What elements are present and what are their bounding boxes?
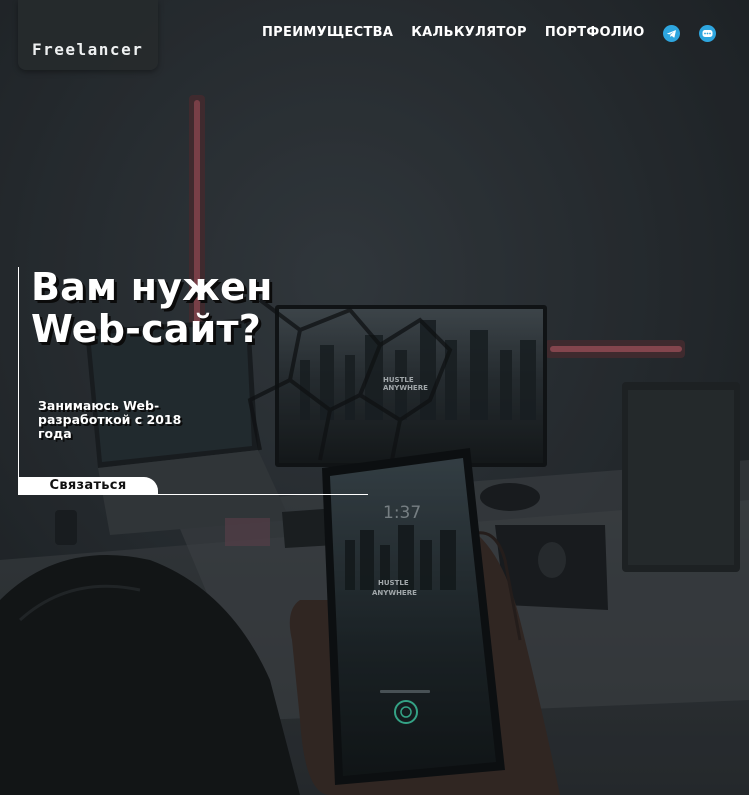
nav-link-advantages[interactable]: ПРЕИМУЩЕСТВА (262, 25, 393, 40)
hero-subtitle: Занимаюсь Web-разработкой с 2018 года (38, 398, 182, 441)
hero-title: Вам нужен Web-сайт? (31, 265, 273, 351)
logo[interactable]: Freelancer (32, 40, 143, 59)
page: HUSTLE ANYWHERE 1:37 HUSTLE ANYWHERE Fre… (0, 0, 749, 795)
nav-link-calculator[interactable]: КАЛЬКУЛЯТОР (411, 25, 527, 40)
telegram-icon[interactable] (663, 25, 680, 42)
hero-left-border (18, 267, 19, 495)
contact-button[interactable]: Связаться (18, 477, 158, 495)
chat-icon[interactable] (699, 25, 716, 42)
logo-container[interactable]: Freelancer (18, 0, 158, 70)
nav-link-portfolio[interactable]: ПОРТФОЛИО (545, 25, 645, 40)
main-nav: ПРЕИМУЩЕСТВА КАЛЬКУЛЯТОР ПОРТФОЛИО (262, 25, 645, 40)
